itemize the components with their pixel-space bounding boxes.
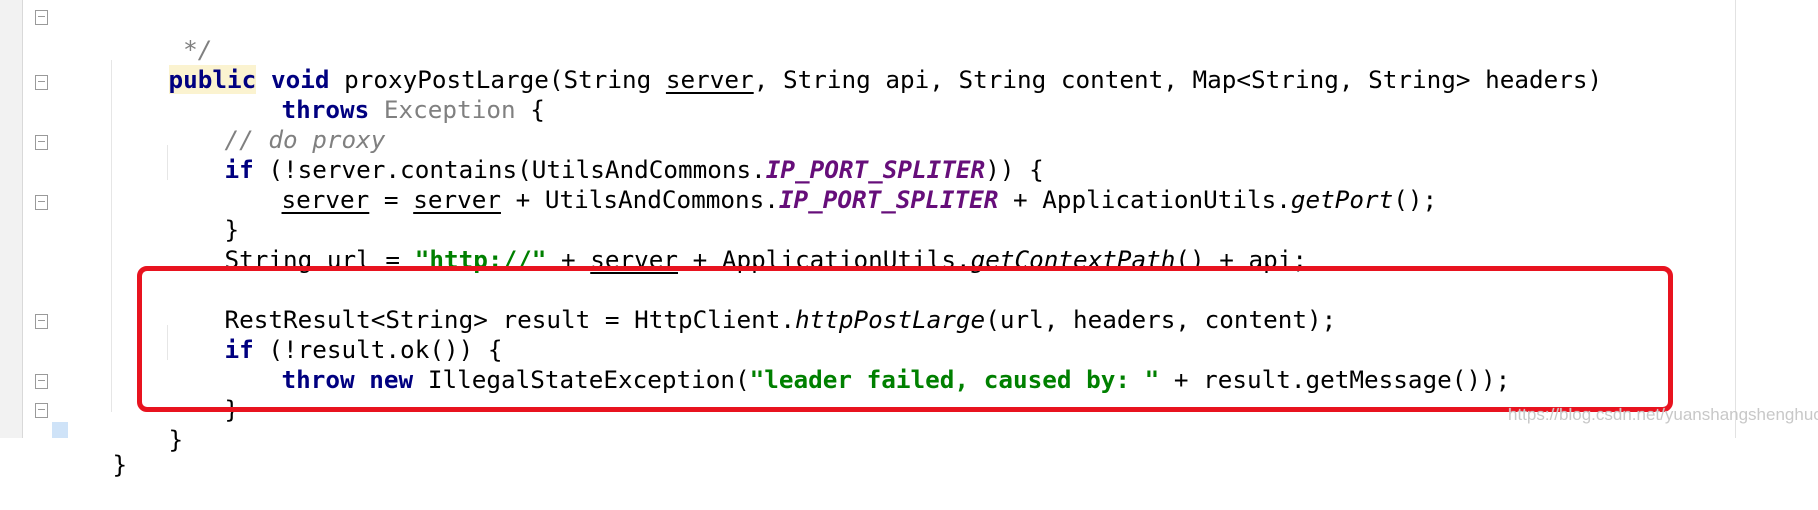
fold-marker-icon[interactable] xyxy=(35,403,48,418)
fold-marker-icon[interactable] xyxy=(35,135,48,150)
code-line-close-class: } xyxy=(54,420,128,479)
code-line-do-proxy-comment: // do proxy xyxy=(166,95,386,154)
code-token: + ApplicationUtils. xyxy=(998,185,1291,214)
code-line-comment-end: */ xyxy=(110,5,212,64)
reassigned-var-token: server xyxy=(281,185,370,214)
fold-marker-icon[interactable] xyxy=(35,374,48,389)
code-line-server-assign: server = server + UtilsAndCommons.IP_POR… xyxy=(223,155,1438,214)
constant-token: IP_PORT_SPLITER xyxy=(778,185,999,214)
code-line-url-assign: String url = "http://" + server + Applic… xyxy=(166,215,1308,274)
code-line-throws-clause: throws Exception { xyxy=(223,65,545,124)
red-highlight-box xyxy=(137,266,1673,412)
code-token: = xyxy=(369,185,414,214)
code-line-close-if-1: } xyxy=(166,185,240,244)
code-line-if-contains: if (!server.contains(UtilsAndCommons.IP_… xyxy=(166,125,1044,184)
fold-marker-icon[interactable] xyxy=(35,314,48,329)
code-token: (); xyxy=(1393,185,1438,214)
reassigned-var-token: server xyxy=(413,185,501,214)
fold-marker-icon[interactable] xyxy=(35,75,48,90)
fold-marker-icon[interactable] xyxy=(35,195,48,210)
params-token: , String api, String content, Map<String… xyxy=(753,65,1603,94)
exception-token: Exception xyxy=(369,95,516,124)
static-method-token: getPort xyxy=(1290,185,1394,214)
brace-token: { xyxy=(515,95,545,124)
brace-token: } xyxy=(168,425,184,454)
code-token: + UtilsAndCommons. xyxy=(500,185,779,214)
code-line-method-signature: public void proxyPostLarge(String server… xyxy=(110,35,1602,94)
reassigned-param-token: server xyxy=(665,65,754,94)
brace-token: } xyxy=(112,450,128,479)
watermark-text: https://blog.csdn.net/yuanshangshenghuo xyxy=(1508,405,1818,424)
fold-marker-icon[interactable] xyxy=(35,10,48,25)
